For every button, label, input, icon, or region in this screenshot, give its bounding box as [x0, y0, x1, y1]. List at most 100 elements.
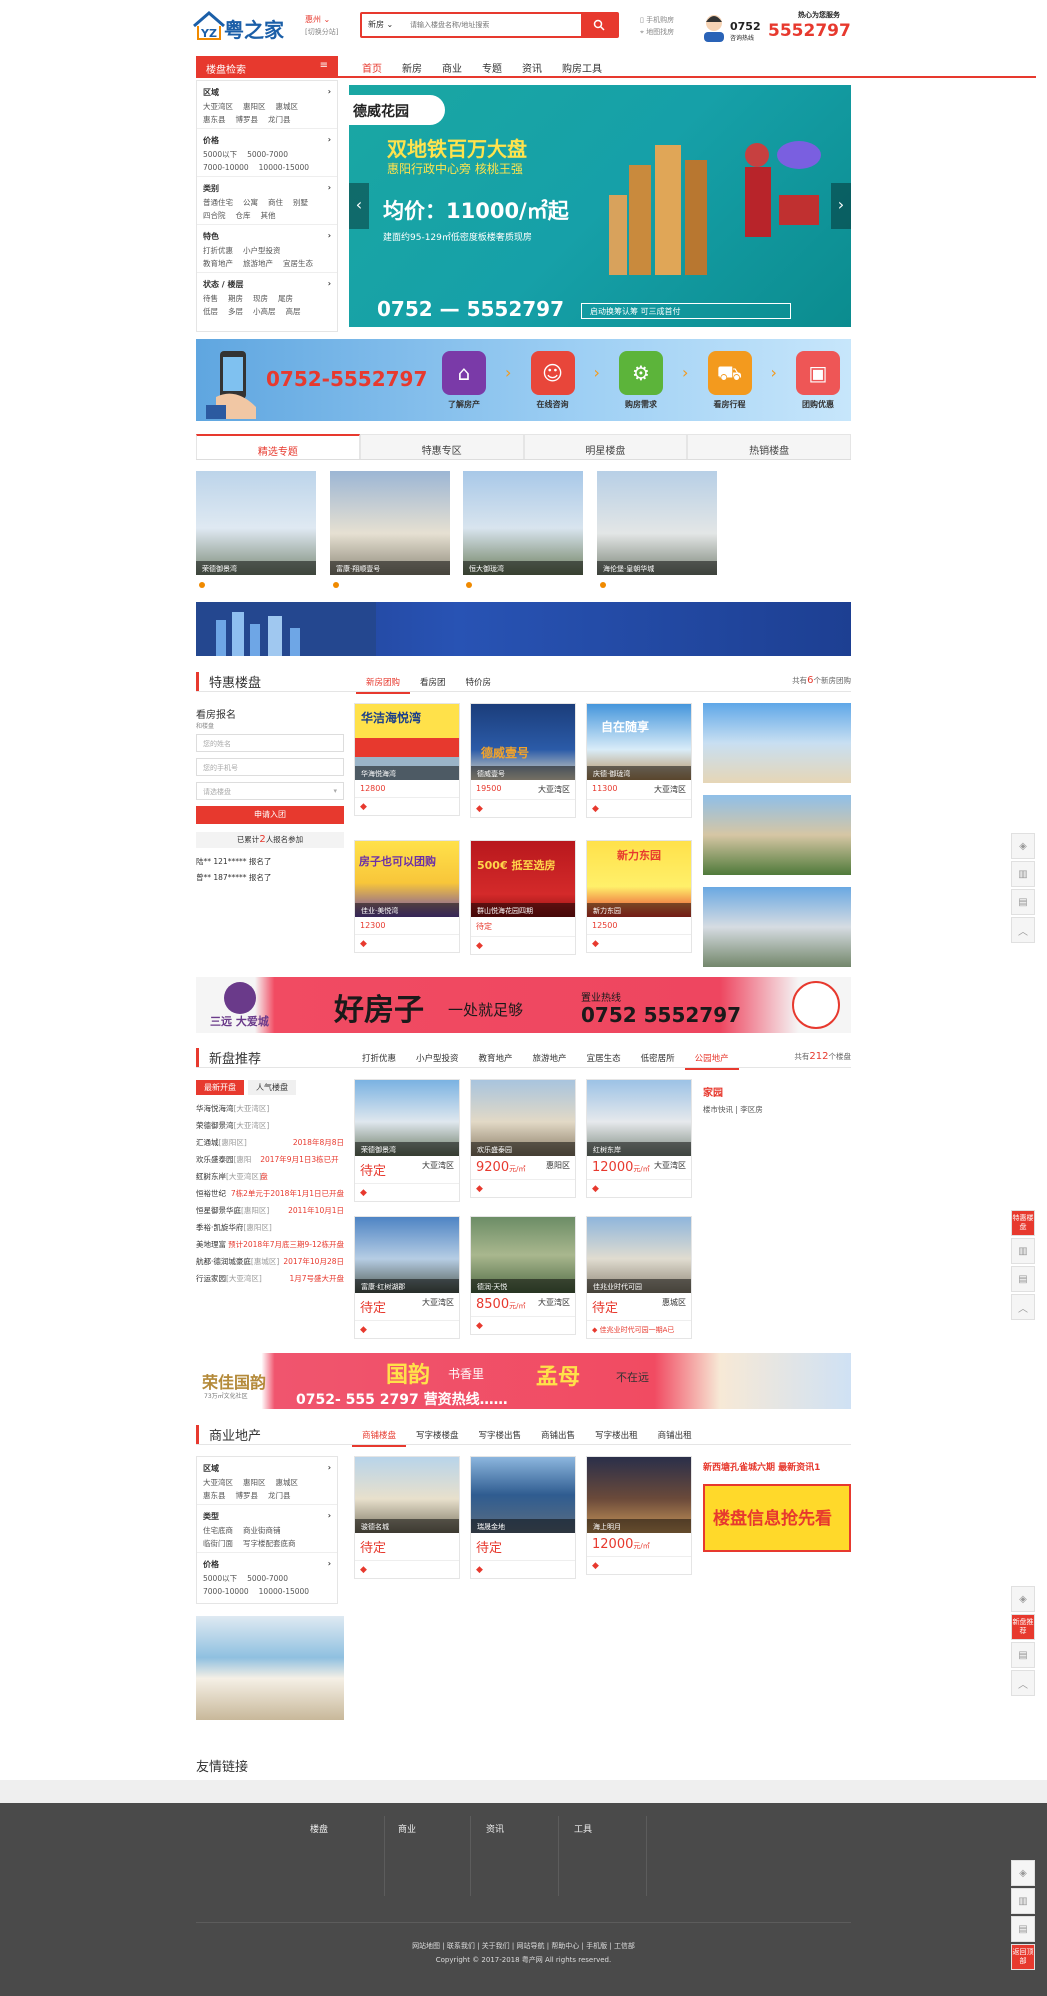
nav-item-news[interactable]: 资讯: [512, 56, 552, 78]
commercial-card[interactable]: 骏德名城 待定 ◆: [354, 1456, 460, 1579]
up-arrow-icon[interactable]: ︿: [1011, 917, 1035, 943]
filter-option[interactable]: 惠城区: [276, 102, 299, 111]
filter-option[interactable]: 期房: [228, 294, 243, 303]
filter-option[interactable]: 10000-15000: [259, 163, 309, 172]
footer-link[interactable]: 网站导航: [517, 1942, 545, 1950]
property-card[interactable]: 欢乐盛泰园 9200元/㎡ 惠阳区 ◆: [470, 1079, 576, 1198]
banner-prev-arrow[interactable]: ‹: [349, 183, 369, 229]
filter-option[interactable]: 龙门县: [268, 115, 291, 124]
list-item[interactable]: 恒裕世纪 7栋2单元于2018年1月1日已开盘: [196, 1185, 344, 1202]
phone-field[interactable]: 您的手机号: [196, 758, 344, 776]
filter-option[interactable]: 教育地产: [203, 259, 233, 268]
special-float-button[interactable]: 特惠楼盘: [1011, 1210, 1035, 1236]
filter-option[interactable]: 惠东县: [203, 1491, 226, 1500]
property-photo[interactable]: [703, 887, 851, 967]
news-title[interactable]: 家园: [703, 1084, 723, 1099]
nav-item-tools[interactable]: 购房工具: [552, 56, 612, 78]
footer-col[interactable]: 资讯: [486, 1822, 504, 1835]
list-item[interactable]: 汇通城[惠阳区] 2018年8月8日: [196, 1134, 344, 1151]
hero-banner[interactable]: 德威花园 双地铁百万大盘 惠阳行政中心旁 核桃王强 均价：11000/㎡起 建面…: [349, 85, 851, 327]
info-poster[interactable]: 楼盘信息抢先看: [703, 1484, 851, 1552]
filter-option[interactable]: 普通住宅: [203, 198, 233, 207]
filter-option[interactable]: 商业街商铺: [243, 1526, 281, 1535]
filter-option[interactable]: 惠东县: [203, 115, 226, 124]
tag-icon[interactable]: ◈: [1011, 1860, 1035, 1886]
list-item[interactable]: 行运家园[大亚湾区] 1月7号盛大开盘: [196, 1270, 344, 1287]
list-item[interactable]: 季裕·凯旋华府[惠阳区]: [196, 1219, 344, 1236]
footer-link[interactable]: 关于我们: [482, 1942, 510, 1950]
footer-link[interactable]: 联系我们: [447, 1942, 475, 1950]
filter-option[interactable]: 小户型投资: [243, 246, 281, 255]
tab-special[interactable]: 特惠专区: [359, 434, 524, 459]
filter-option[interactable]: 住宅底商: [203, 1526, 233, 1535]
search-button[interactable]: [581, 14, 617, 36]
filter-option[interactable]: 龙门县: [268, 1491, 291, 1500]
filter-option[interactable]: 小高层: [253, 307, 276, 316]
promo-step[interactable]: ⛟ 看房行程: [702, 351, 758, 417]
tab-latest[interactable]: 最新开盘: [196, 1080, 244, 1095]
feature-card[interactable]: 荣德御景湾: [196, 471, 316, 575]
service-promo-banner[interactable]: 0752-5552797 ⌂ 了解房产 › ☺ 在线咨询 › ⚙ 购房需求 › ⛟ 看房…: [196, 339, 851, 421]
filter-option[interactable]: 5000以下: [203, 150, 237, 159]
promo-step[interactable]: ☺ 在线咨询: [525, 351, 581, 417]
site-logo[interactable]: YZ 粤之家: [192, 8, 288, 44]
filter-option[interactable]: 宜居生态: [283, 259, 313, 268]
filter-option[interactable]: 7000-10000: [203, 163, 249, 172]
footer-link[interactable]: 网站地图: [412, 1942, 440, 1950]
nav-title[interactable]: 楼盘检索 ≡: [196, 56, 338, 78]
filter-option[interactable]: 旅游地产: [243, 259, 273, 268]
footer-link[interactable]: 手机版: [586, 1942, 607, 1950]
tag-icon[interactable]: ◈: [1011, 1586, 1035, 1612]
nav-item-commercial[interactable]: 商业: [432, 56, 472, 78]
filter-option[interactable]: 高层: [286, 307, 301, 316]
nav-item-topics[interactable]: 专题: [472, 56, 512, 78]
map-link[interactable]: ⌖ 地图找房: [640, 26, 674, 38]
promo-step[interactable]: ▣ 团购优惠: [790, 351, 846, 417]
news-links[interactable]: 楼市快讯 | 李区房: [703, 1104, 763, 1115]
filter-option[interactable]: 多层: [228, 307, 243, 316]
footer-col[interactable]: 商业: [398, 1822, 416, 1835]
commercial-card[interactable]: 瑞晟金地 待定 ◆: [470, 1456, 576, 1579]
filter-option[interactable]: 10000-15000: [259, 1587, 309, 1596]
commercial-news-title[interactable]: 新西塘孔雀城六期 最新资讯1: [703, 1460, 820, 1473]
footer-col[interactable]: 工具: [574, 1822, 592, 1835]
search-type-select[interactable]: 新房 ⌄: [368, 19, 406, 30]
clipboard-icon[interactable]: ▤: [1011, 1642, 1035, 1668]
list-item[interactable]: 美地理富 预计2018年7月底三期9-12栋开盘: [196, 1236, 344, 1253]
city-switch-link[interactable]: [切换分站]: [305, 26, 338, 38]
footer-link[interactable]: 帮助中心: [551, 1942, 579, 1950]
clipboard-icon[interactable]: ▤: [1011, 889, 1035, 915]
filter-option[interactable]: 大亚湾区: [203, 1478, 233, 1487]
city-ad-banner[interactable]: [196, 602, 851, 656]
name-field[interactable]: 您的姓名: [196, 734, 344, 752]
filter-option[interactable]: 公寓: [243, 198, 258, 207]
property-card[interactable]: 富康·红树湖郡 待定 大亚湾区 ◆: [354, 1216, 460, 1339]
group-buy-card[interactable]: 自在随享 庆德·御珑湾 11300 大亚湾区 ◆: [586, 703, 692, 818]
new-float-button[interactable]: 新盘推荐: [1011, 1614, 1035, 1640]
list-item[interactable]: 恒星御景华庭[惠阳区] 2011年10月1日: [196, 1202, 344, 1219]
group-buy-card[interactable]: 德威壹号 德威壹号 19500 大亚湾区 ◆: [470, 703, 576, 818]
filter-option[interactable]: 5000-7000: [247, 1574, 288, 1583]
filter-option[interactable]: 7000-10000: [203, 1587, 249, 1596]
up-arrow-icon[interactable]: ︿: [1011, 1294, 1035, 1320]
filter-option[interactable]: 尾房: [278, 294, 293, 303]
property-select[interactable]: 请选楼盘 ▾: [196, 782, 344, 800]
tab-star[interactable]: 明星楼盘: [523, 434, 688, 459]
group-buy-card[interactable]: 500€ 抵至选房 群山悦海花园四期 待定 ◆: [470, 840, 576, 955]
footer-link[interactable]: 工信部: [614, 1942, 635, 1950]
list-item[interactable]: 荣德御景湾[大亚湾区]: [196, 1117, 344, 1134]
building-icon[interactable]: ▥: [1011, 1238, 1035, 1264]
property-card[interactable]: 荣德御景湾 待定 大亚湾区 ◆: [354, 1079, 460, 1202]
feature-card[interactable]: 海伦堡·皇朝华城: [597, 471, 717, 575]
filter-option[interactable]: 惠阳区: [243, 102, 266, 111]
good-house-ad[interactable]: 三远 大爱城 好房子 一处就足够 置业热线 0752 5552797: [196, 977, 851, 1033]
feature-card[interactable]: 恒大御珑湾: [463, 471, 583, 575]
filter-option[interactable]: 写字楼配套底商: [243, 1539, 296, 1548]
property-card[interactable]: 佳兆业时代可园 待定 惠城区 ◆ 佳兆业时代可园一期A已: [586, 1216, 692, 1339]
tab-hot[interactable]: 热销楼盘: [687, 434, 851, 459]
filter-option[interactable]: 5000以下: [203, 1574, 237, 1583]
clipboard-icon[interactable]: ▤: [1011, 1266, 1035, 1292]
tab-featured[interactable]: 精选专题: [196, 434, 360, 459]
clipboard-icon[interactable]: ▤: [1011, 1916, 1035, 1942]
property-card[interactable]: 德润·天悦 8500元/㎡ 大亚湾区 ◆: [470, 1216, 576, 1335]
